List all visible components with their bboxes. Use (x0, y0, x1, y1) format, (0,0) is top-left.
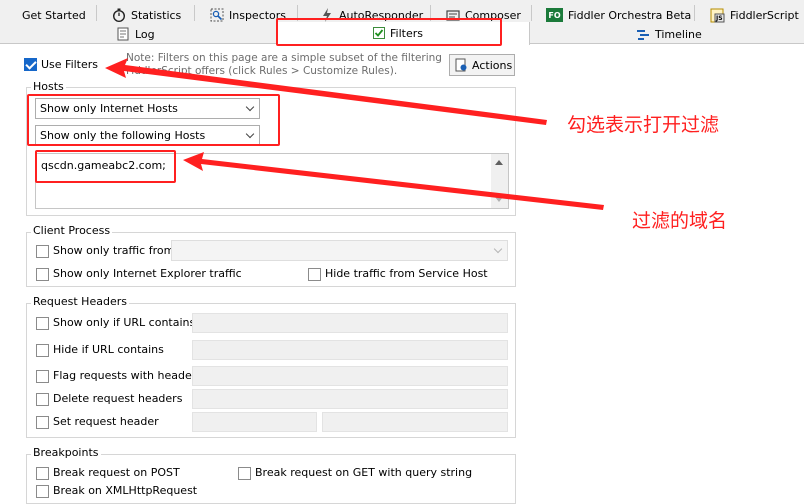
annotation-enable-filter: 勾选表示打开过滤 (567, 114, 720, 136)
arrow-to-host-list (183, 152, 604, 210)
annotation-arrows (105, 58, 604, 210)
arrow-to-use-filters (105, 58, 547, 125)
annotation-filtered-domain: 过滤的域名 (632, 210, 728, 232)
